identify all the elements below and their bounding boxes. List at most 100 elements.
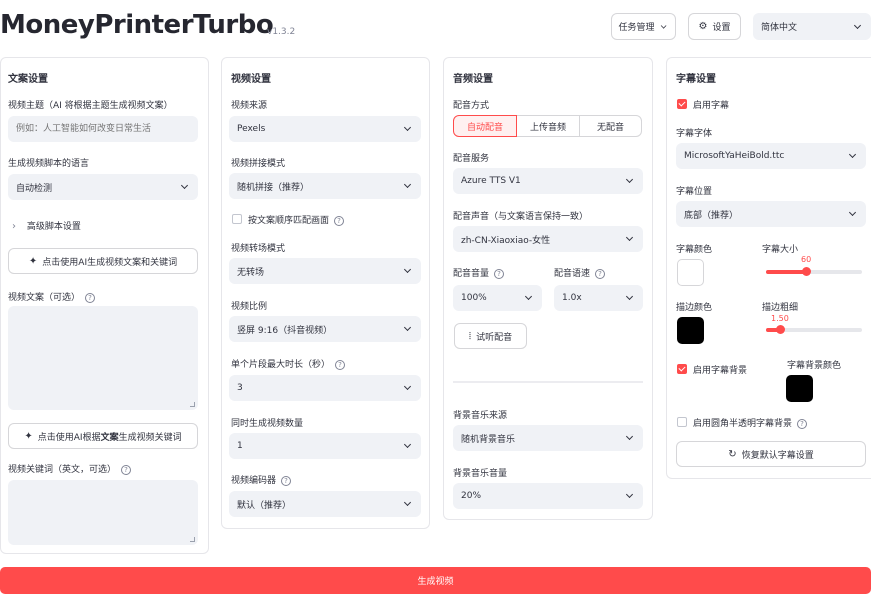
- bgm-source-value: 随机背景音乐: [461, 434, 516, 445]
- voice-service-select[interactable]: Azure TTS V1: [453, 168, 643, 194]
- chevron-down-icon: [524, 293, 534, 303]
- voice-service-label: 配音服务: [453, 154, 490, 164]
- advanced-script-label: 高级脚本设置: [26, 222, 81, 232]
- subject-input[interactable]: [8, 116, 198, 142]
- resize-handle-icon[interactable]: [190, 402, 195, 407]
- settings-button[interactable]: ⚙ 设置: [688, 13, 741, 40]
- reset-subtitle-button[interactable]: ↻ 恢复默认字幕设置: [676, 441, 866, 467]
- script-textarea[interactable]: [8, 306, 198, 410]
- chevron-down-icon: [403, 441, 413, 451]
- clip-length-select[interactable]: 3: [229, 375, 421, 401]
- stroke-color-label: 描边颜色: [676, 303, 713, 313]
- generate-keywords-button[interactable]: ✦ 点击使用AI根据 文案 生成视频关键词: [8, 423, 198, 449]
- keywords-textarea[interactable]: [8, 480, 198, 545]
- reset-icon: ↻: [728, 448, 737, 460]
- help-icon[interactable]: ?: [595, 268, 606, 279]
- subject-label: 视频主题（AI 将根据主题生成视频文案）: [8, 101, 173, 111]
- language-select[interactable]: 简体中文: [753, 13, 871, 40]
- voice-mode-none[interactable]: 无配音: [579, 115, 642, 137]
- codec-select[interactable]: 默认（推荐）: [229, 491, 421, 517]
- bgm-volume-select[interactable]: 20%: [453, 483, 643, 509]
- help-icon[interactable]: ?: [494, 268, 505, 279]
- voice-mode-label: 配音方式: [453, 101, 490, 111]
- transition-select[interactable]: 无转场: [229, 258, 421, 284]
- subtitle-color-swatch[interactable]: [677, 259, 704, 286]
- slider-fill: [766, 270, 806, 274]
- generate-script-button[interactable]: ✦ 点击使用AI生成视频文案和关键词: [8, 248, 198, 274]
- generate-script-label: 点击使用AI生成视频文案和关键词: [42, 257, 178, 268]
- match-script-checkbox[interactable]: [232, 214, 242, 224]
- video-source-value: Pexels: [237, 124, 266, 134]
- subtitle-font-select[interactable]: MicrosoftYaHeiBold.ttc: [676, 143, 866, 169]
- sound-wave-icon: ⦙: [468, 330, 472, 342]
- subtitle-bg-color-label: 字幕背景颜色: [787, 361, 842, 371]
- voice-volume-select[interactable]: 100%: [453, 285, 542, 311]
- generate-video-button[interactable]: 生成视频: [0, 567, 871, 594]
- script-text-label: 视频文案（可选）?: [8, 290, 96, 303]
- slider-thumb[interactable]: [802, 267, 811, 276]
- concat-mode-value: 随机拼接（推荐）: [237, 182, 310, 193]
- voice-rate-value: 1.0x: [562, 293, 582, 303]
- resize-handle-icon[interactable]: [190, 537, 195, 542]
- chevron-down-icon: [660, 23, 668, 31]
- script-text-label-text: 视频文案（可选）: [8, 293, 81, 303]
- voice-select[interactable]: zh-CN-Xiaoxiao-女性: [453, 226, 643, 252]
- subtitle-font-label: 字幕字体: [676, 129, 713, 139]
- help-icon[interactable]: ?: [281, 475, 292, 486]
- voice-rate-label: 配音语速?: [554, 266, 606, 279]
- stroke-color-swatch[interactable]: [677, 317, 704, 344]
- chevron-down-icon: [848, 209, 858, 219]
- voice-label: 配音声音（与文案语言保持一致）: [453, 212, 589, 222]
- stroke-width-slider[interactable]: [766, 325, 862, 334]
- subtitle-position-select[interactable]: 底部（推荐）: [676, 201, 866, 227]
- gear-icon: ⚙: [698, 21, 708, 32]
- voice-mode-segmented: 自动配音 上传音频 无配音: [453, 115, 642, 137]
- generate-keywords-label-pre: 点击使用AI根据: [37, 432, 101, 443]
- voice-volume-value: 100%: [461, 293, 487, 303]
- rounded-bg-checkbox[interactable]: [677, 417, 687, 427]
- advanced-script-expander[interactable]: › 高级脚本设置: [12, 219, 81, 232]
- video-count-select[interactable]: 1: [229, 433, 421, 459]
- help-icon[interactable]: ?: [334, 215, 345, 226]
- task-management-button[interactable]: 任务管理: [611, 13, 676, 40]
- chevron-down-icon: [403, 383, 413, 393]
- app-title: MoneyPrinterTurbo: [0, 10, 274, 40]
- task-management-label: 任务管理: [618, 23, 655, 33]
- enable-subtitle-checkbox[interactable]: [677, 99, 687, 109]
- stroke-width-label: 描边粗细: [762, 303, 799, 313]
- chevron-down-icon: [625, 176, 635, 186]
- enable-subtitle-label: 启用字幕: [693, 101, 730, 111]
- match-script-label-text: 按文案顺序匹配画面: [248, 216, 330, 226]
- clip-length-value: 3: [237, 383, 243, 393]
- chevron-down-icon: [625, 491, 635, 501]
- listen-voice-button[interactable]: ⦙ 试听配音: [454, 323, 527, 349]
- concat-mode-select[interactable]: 随机拼接（推荐）: [229, 173, 421, 199]
- voice-mode-auto[interactable]: 自动配音: [453, 115, 517, 137]
- video-source-select[interactable]: Pexels: [229, 116, 421, 142]
- voice-mode-upload[interactable]: 上传音频: [516, 115, 580, 137]
- section-divider: [453, 381, 643, 383]
- video-count-value: 1: [237, 441, 243, 451]
- subtitle-size-slider[interactable]: [766, 267, 862, 276]
- keywords-label: 视频关键词（英文，可选）?: [8, 462, 132, 475]
- chevron-down-icon: [625, 234, 635, 244]
- script-language-select[interactable]: 自动检测: [8, 174, 198, 200]
- rounded-bg-label: 启用圆角半透明字幕背景?: [693, 416, 808, 429]
- help-icon[interactable]: ?: [335, 359, 346, 370]
- subtitle-panel-title: 字幕设置: [676, 74, 716, 85]
- bgm-source-select[interactable]: 随机背景音乐: [453, 425, 643, 451]
- app-version: v1.3.2: [267, 27, 296, 37]
- enable-subtitle-bg-checkbox[interactable]: [677, 364, 687, 374]
- aspect-select[interactable]: 竖屏 9:16（抖音视频）: [229, 316, 421, 342]
- subtitle-bg-color-swatch[interactable]: [786, 375, 813, 402]
- help-icon[interactable]: ?: [797, 418, 808, 429]
- help-icon[interactable]: ?: [121, 464, 132, 475]
- help-icon[interactable]: ?: [85, 292, 96, 303]
- chevron-down-icon: [848, 151, 858, 161]
- listen-voice-label: 试听配音: [476, 332, 513, 343]
- enable-subtitle-bg-label: 启用字幕背景: [693, 366, 748, 376]
- generate-keywords-label-bold: 文案: [100, 432, 119, 443]
- chevron-down-icon: [180, 182, 190, 192]
- voice-rate-select[interactable]: 1.0x: [554, 285, 643, 311]
- slider-thumb[interactable]: [776, 325, 785, 334]
